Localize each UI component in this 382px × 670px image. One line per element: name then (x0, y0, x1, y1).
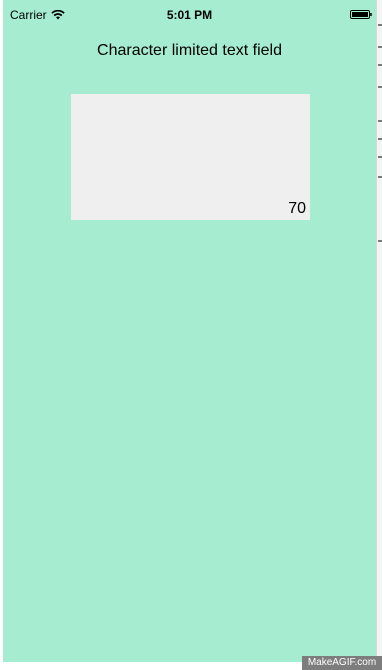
watermark: MakeAGIF.com (302, 656, 382, 670)
character-limited-text-field[interactable]: 70 (71, 94, 310, 220)
battery-icon (350, 10, 372, 19)
status-clock: 5:01 PM (166, 8, 213, 22)
page-title: Character limited text field (97, 42, 282, 59)
status-bar: Carrier 5:01 PM (3, 0, 376, 22)
background-window-edge (376, 0, 382, 670)
character-counter: 70 (288, 200, 306, 217)
screen-stage: Carrier 5:01 PM Character limited text f… (0, 0, 382, 670)
simulator-screen: Carrier 5:01 PM Character limited text f… (3, 0, 376, 662)
